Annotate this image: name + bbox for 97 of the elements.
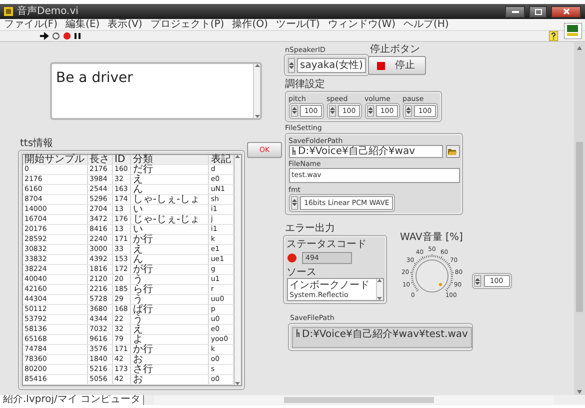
maximize-button[interactable] — [529, 6, 547, 18]
table-cell: い — [130, 204, 208, 214]
column-header[interactable]: 開始サンプル — [22, 154, 87, 164]
down-arrow-icon[interactable] — [475, 282, 480, 284]
menu-item[interactable]: 操作(O) — [232, 19, 268, 30]
list-line: インボークノード — [290, 280, 370, 290]
table-cell: ら行 — [130, 284, 208, 294]
menu-item[interactable]: ツール(T) — [276, 19, 320, 30]
table-cell: い — [130, 224, 208, 234]
column-header[interactable]: 長さ — [87, 154, 112, 164]
up-arrow-icon[interactable] — [406, 107, 410, 110]
spin-buttons[interactable] — [288, 58, 294, 72]
table-cell: じゃ-じぇ-じょ — [130, 214, 208, 224]
run-arrow-icon[interactable] — [40, 32, 49, 40]
table-cell: ん — [130, 184, 208, 194]
browse-button[interactable] — [446, 144, 460, 158]
column-header[interactable]: 分類 — [130, 154, 208, 164]
stop-icon[interactable] — [63, 32, 71, 40]
up-arrow-icon[interactable] — [254, 64, 260, 67]
pause-icon[interactable] — [74, 32, 81, 40]
table-cell: う — [130, 294, 208, 304]
scrollbar[interactable] — [253, 64, 260, 118]
menu-item[interactable]: プロジェクト(P) — [150, 19, 224, 30]
control-label: ステータスコード — [286, 238, 368, 250]
path-value: D:¥Voice¥自己紹介¥wav¥test.wav — [302, 328, 468, 342]
table-cell: よ — [130, 334, 208, 344]
menu-item[interactable]: 編集(E) — [66, 19, 100, 30]
down-arrow-icon[interactable] — [292, 111, 296, 114]
up-arrow-icon[interactable] — [288, 62, 294, 64]
table-cell: しゃ-しぇ-しょ — [130, 194, 208, 204]
up-arrow-icon[interactable] — [235, 154, 240, 158]
horizontal-scrollbar[interactable] — [154, 395, 554, 405]
control-label: ソース — [286, 266, 318, 278]
menu-item[interactable]: 表示(V) — [108, 19, 142, 30]
table-cell: お — [130, 354, 208, 364]
minimize-icon — [512, 10, 518, 13]
close-button[interactable] — [551, 6, 581, 18]
ring-value: sayaka(女性) — [297, 58, 366, 72]
up-arrow-icon[interactable] — [330, 107, 334, 110]
table-cell: う — [130, 274, 208, 284]
spin-buttons[interactable] — [290, 104, 298, 116]
spin-buttons[interactable] — [404, 104, 412, 116]
table-cell: え — [130, 174, 208, 184]
down-arrow-icon[interactable] — [254, 115, 260, 118]
spin-buttons[interactable] — [290, 196, 298, 210]
stop-button[interactable]: 停止 — [368, 56, 426, 75]
up-arrow-icon[interactable] — [368, 107, 372, 110]
table-cell: か行 — [130, 234, 208, 244]
table-cell: さ行 — [130, 364, 208, 374]
down-arrow-icon[interactable] — [292, 203, 296, 206]
table-cell: ん — [130, 254, 208, 264]
up-arrow-icon[interactable] — [475, 278, 480, 280]
maximize-icon — [534, 8, 542, 14]
table-label: tts情報 — [20, 138, 54, 149]
window-title: 音声Demo.vi — [17, 6, 78, 17]
group-label: エラー出力 — [285, 223, 335, 234]
control-label: 停止ボタン — [370, 44, 420, 55]
path-field[interactable]: D:¥Voice¥自己紹介¥wav — [288, 144, 443, 158]
table-cell: が行 — [130, 264, 208, 274]
table-cell: お — [130, 374, 208, 384]
table-cell: か行 — [130, 344, 208, 354]
down-arrow-icon[interactable] — [406, 111, 410, 114]
spin-buttons[interactable] — [328, 104, 336, 116]
menu-item[interactable]: ヘルプ(H) — [404, 19, 449, 30]
table-cell: う — [130, 314, 208, 324]
down-arrow-icon[interactable] — [377, 296, 382, 300]
square-icon — [377, 62, 385, 70]
up-arrow-icon[interactable] — [292, 199, 296, 202]
scrollbar[interactable] — [376, 278, 382, 300]
table-cell: だ行 — [130, 164, 208, 174]
text-input-field[interactable]: Be a driver — [50, 62, 262, 120]
table-cell: え — [130, 324, 208, 334]
control-label: WAV音量 [%] — [400, 232, 463, 243]
group-label: 調律設定 — [285, 79, 325, 90]
menu-item[interactable]: ファイル(F) — [4, 19, 58, 30]
table-cell: ぱ行 — [130, 304, 208, 314]
path-icon — [296, 328, 300, 336]
down-arrow-icon[interactable] — [330, 111, 334, 114]
down-arrow-icon[interactable] — [288, 66, 294, 68]
menu-item[interactable]: ウィンドウ(W) — [328, 19, 396, 30]
app-icon — [4, 7, 13, 16]
spin-buttons[interactable] — [474, 275, 481, 287]
down-arrow-icon[interactable] — [368, 111, 372, 114]
table-cell: え — [130, 244, 208, 254]
down-arrow-icon[interactable] — [235, 382, 240, 385]
column-header[interactable]: ID — [112, 154, 130, 164]
path-icon — [292, 147, 296, 155]
ring-control[interactable]: sayaka(女性) — [284, 54, 370, 76]
column-header[interactable]: 表記 — [208, 154, 234, 164]
vi-icon[interactable] — [564, 23, 582, 39]
close-icon — [562, 8, 570, 15]
up-arrow-icon[interactable] — [292, 107, 296, 110]
spin-buttons[interactable] — [366, 104, 374, 116]
minimize-button[interactable] — [505, 6, 525, 18]
up-arrow-icon[interactable] — [377, 278, 382, 282]
help-icon[interactable] — [549, 31, 558, 41]
folder-icon — [448, 148, 457, 154]
